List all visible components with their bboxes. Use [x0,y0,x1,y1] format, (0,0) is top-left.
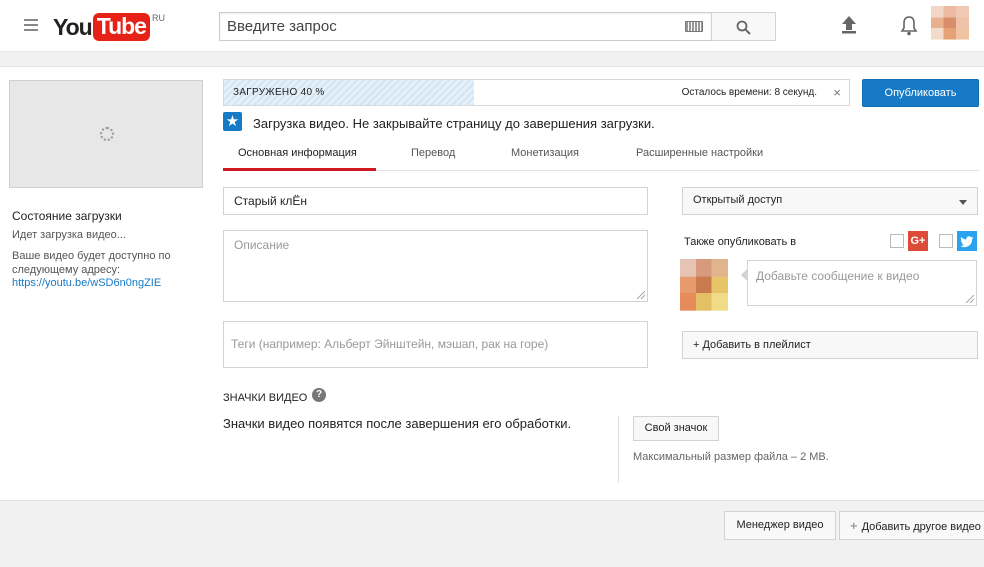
add-to-playlist-button[interactable]: + Добавить в плейлист [682,331,978,359]
description-field[interactable]: Описание [223,230,648,302]
tab-bar: Основная информация Перевод Монетизация … [223,139,979,171]
video-manager-button[interactable]: Менеджер видео [724,511,836,540]
twitter-bird-icon [960,236,974,248]
thumbnails-section-title: ЗНАЧКИ ВИДЕО [223,392,308,404]
notifications-bell-icon[interactable] [900,15,918,36]
cancel-upload-icon[interactable]: × [833,85,841,100]
help-icon[interactable]: ? [312,388,326,402]
share-message-field[interactable]: Добавьте сообщение к видео [741,260,977,306]
search-box [219,12,712,41]
upload-panel: Состояние загрузки Идет загрузка видео..… [0,66,984,501]
plus-icon: + [850,518,858,533]
hamburger-menu-icon[interactable] [24,19,38,31]
logo-tube-text: Tube [92,13,150,41]
tags-field[interactable]: Теги (например: Альберт Эйнштейн, мэшап,… [223,321,648,368]
publish-button[interactable]: Опубликовать [862,79,979,107]
add-another-video-label: Добавить другое видео [861,521,981,533]
channel-avatar [680,259,728,311]
resize-handle-icon[interactable] [966,295,974,303]
max-file-size-note: Максимальный размер файла – 2 МВ. [633,451,829,463]
privacy-select[interactable]: Открытый доступ [682,187,978,215]
privacy-select-value: Открытый доступ [693,194,783,206]
account-avatar[interactable] [931,6,969,40]
time-remaining: Осталось времени: 8 секунд. [681,87,817,98]
custom-thumbnail-button[interactable]: Свой значок [633,416,719,441]
keyboard-icon[interactable] [685,21,703,32]
loading-spinner-icon [100,127,114,141]
upload-progress-bar: ЗАГРУЖЕНО 40 % Осталось времени: 8 секун… [223,79,850,106]
section-divider [618,416,619,483]
title-field[interactable]: Старый клЁн [223,187,648,215]
upload-notice: Загрузка видео. Не закрывайте страницу д… [253,116,655,131]
share-message-placeholder: Добавьте сообщение к видео [756,269,920,283]
upload-status-text: Идет загрузка видео... [12,229,126,241]
logo-you-text: You [53,13,93,40]
description-placeholder: Описание [234,238,290,252]
star-icon: ★ [223,112,242,131]
youtube-logo[interactable]: You Tube RU [53,13,165,41]
tab-basic-info[interactable]: Основная информация [238,147,357,159]
upload-progress-label: ЗАГРУЖЕНО 40 % [233,87,325,98]
upload-status-title: Состояние загрузки [12,209,122,223]
tab-advanced-settings[interactable]: Расширенные настройки [636,147,763,159]
upload-icon[interactable] [840,15,858,35]
twitter-checkbox[interactable] [939,234,953,248]
google-plus-icon[interactable]: G+ [908,231,928,251]
video-thumbnail-preview [9,80,203,188]
chevron-down-icon [959,200,967,205]
thumbnails-note: Значки видео появятся после завершения е… [223,416,572,431]
twitter-icon[interactable] [957,231,977,251]
tab-monetization[interactable]: Монетизация [511,147,579,159]
also-publish-label: Также опубликовать в [684,236,797,248]
gplus-checkbox[interactable] [890,234,904,248]
tab-translation[interactable]: Перевод [411,147,455,159]
search-input[interactable] [220,13,660,40]
active-tab-indicator [223,168,376,171]
video-link[interactable]: https://youtu.be/wSD6n0ngZIE [12,277,161,289]
top-bar: You Tube RU [0,0,984,52]
resize-handle-icon[interactable] [637,291,645,299]
video-address-note: Ваше видео будет доступно по следующему … [12,250,171,276]
logo-region-label: RU [151,13,165,23]
tags-placeholder: Теги (например: Альберт Эйнштейн, мэшап,… [231,337,549,351]
search-icon [736,20,751,35]
search-button[interactable] [711,12,776,41]
add-another-video-button[interactable]: + Добавить другое видео [839,511,984,540]
